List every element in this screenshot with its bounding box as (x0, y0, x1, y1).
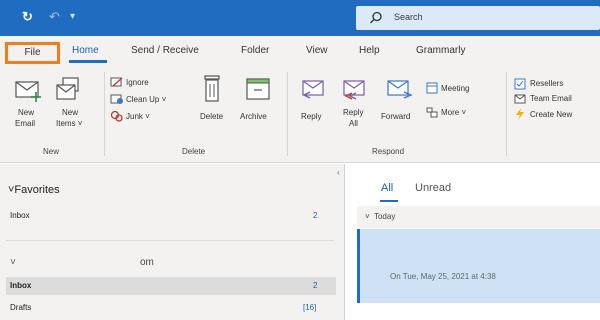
forward-label: Forward (381, 112, 411, 121)
search-icon (370, 11, 382, 24)
inbox-folder[interactable]: Inbox (10, 281, 31, 290)
group-label-delete: Delete (182, 147, 206, 156)
group-divider (287, 72, 288, 156)
folder-pane: ‹ ˅Favorites Inbox 2 ˅ om Inbox 2 Drafts… (0, 164, 344, 320)
ignore-icon (110, 77, 123, 87)
list-item[interactable]: On Tue, May 25, 2021 at 4:38 (357, 229, 600, 303)
junk-button[interactable]: Junk ˅ (126, 112, 150, 121)
clean-up-icon (110, 94, 123, 104)
group-header-today[interactable]: ˅ Today (357, 206, 600, 228)
group-divider (506, 72, 507, 156)
undo-icon[interactable]: ↶ (49, 9, 60, 25)
search-box[interactable]: Search (356, 6, 600, 30)
archive-label: Archive (240, 112, 267, 121)
archive-icon[interactable] (245, 76, 271, 102)
selected-folder-highlight (6, 277, 336, 295)
reply-label: Reply (301, 112, 322, 121)
delete-label: Delete (200, 112, 224, 121)
reply-all-label-line2: All (349, 119, 358, 128)
reply-icon[interactable] (300, 76, 326, 102)
meeting-button[interactable]: Meeting (441, 84, 469, 93)
ribbon: New Email New Items ˅ New Ignore Clean U… (0, 68, 600, 163)
ribbon-tabs: File Home Send / Receive Folder View Hel… (0, 36, 600, 68)
new-email-icon[interactable] (14, 76, 42, 104)
message-list: All Unread ˅ Today On Tue, May 25, 2021 … (344, 164, 600, 320)
inbox-count: 2 (313, 281, 318, 290)
search-placeholder: Search (394, 12, 423, 22)
favorites-inbox[interactable]: Inbox (10, 211, 30, 220)
favorites-inbox-count: 2 (313, 211, 318, 220)
meeting-icon (426, 82, 438, 94)
ignore-button[interactable]: Ignore (126, 78, 149, 87)
message-preview: On Tue, May 25, 2021 at 4:38 (390, 272, 496, 281)
clean-up-button[interactable]: Clean Up ˅ (126, 95, 166, 104)
team-email-icon (514, 94, 526, 104)
favorites-header[interactable]: ˅Favorites (8, 184, 60, 196)
reply-all-label-line1: Reply (343, 108, 364, 117)
tab-home[interactable]: Home (72, 45, 99, 56)
tab-grammarly[interactable]: Grammarly (416, 45, 465, 56)
group-divider (104, 72, 105, 156)
reply-all-icon[interactable] (341, 76, 367, 102)
resellers-button[interactable]: Resellers (530, 79, 563, 88)
resellers-icon (514, 78, 526, 90)
tab-view[interactable]: View (306, 45, 328, 56)
account-name[interactable]: om (140, 257, 154, 268)
account-chevron-icon[interactable]: ˅ (10, 257, 16, 268)
group-header-label: ˅ Today (365, 212, 396, 221)
new-items-icon[interactable] (54, 76, 82, 104)
customize-quick-access-icon[interactable]: ▾ (70, 9, 75, 25)
team-email-button[interactable]: Team Email (530, 94, 572, 103)
new-email-label-line2: Email (15, 119, 36, 128)
drafts-folder[interactable]: Drafts (10, 303, 31, 312)
new-items-label-line2: Items ˅ (56, 119, 83, 128)
drafts-count: [16] (303, 303, 317, 312)
tab-unread[interactable]: Unread (415, 182, 451, 194)
create-new-icon (516, 108, 524, 120)
tab-all[interactable]: All (381, 182, 393, 194)
title-bar: ↻ ↶ ▾ Search (0, 0, 600, 36)
tab-help[interactable]: Help (359, 45, 380, 56)
active-tab-indicator (69, 60, 107, 63)
more-respond-icon (426, 107, 438, 118)
folder-divider (6, 240, 334, 241)
junk-icon (110, 110, 123, 122)
group-label-respond: Respond (372, 147, 405, 156)
tab-folder[interactable]: Folder (241, 45, 269, 56)
refresh-icon[interactable]: ↻ (22, 9, 33, 25)
active-filter-indicator (380, 200, 398, 202)
new-email-label-line1: New (18, 108, 35, 117)
tab-send-receive[interactable]: Send / Receive (131, 45, 199, 56)
new-items-label-line1: New (62, 108, 79, 117)
forward-icon[interactable] (385, 76, 413, 102)
tab-file[interactable]: File (5, 42, 60, 64)
collapse-pane-icon[interactable]: ‹ (337, 168, 340, 177)
more-button[interactable]: More ˅ (441, 108, 466, 117)
group-label-new: New (43, 147, 60, 156)
delete-icon[interactable] (201, 74, 223, 104)
create-new-button[interactable]: Create New (530, 110, 572, 119)
